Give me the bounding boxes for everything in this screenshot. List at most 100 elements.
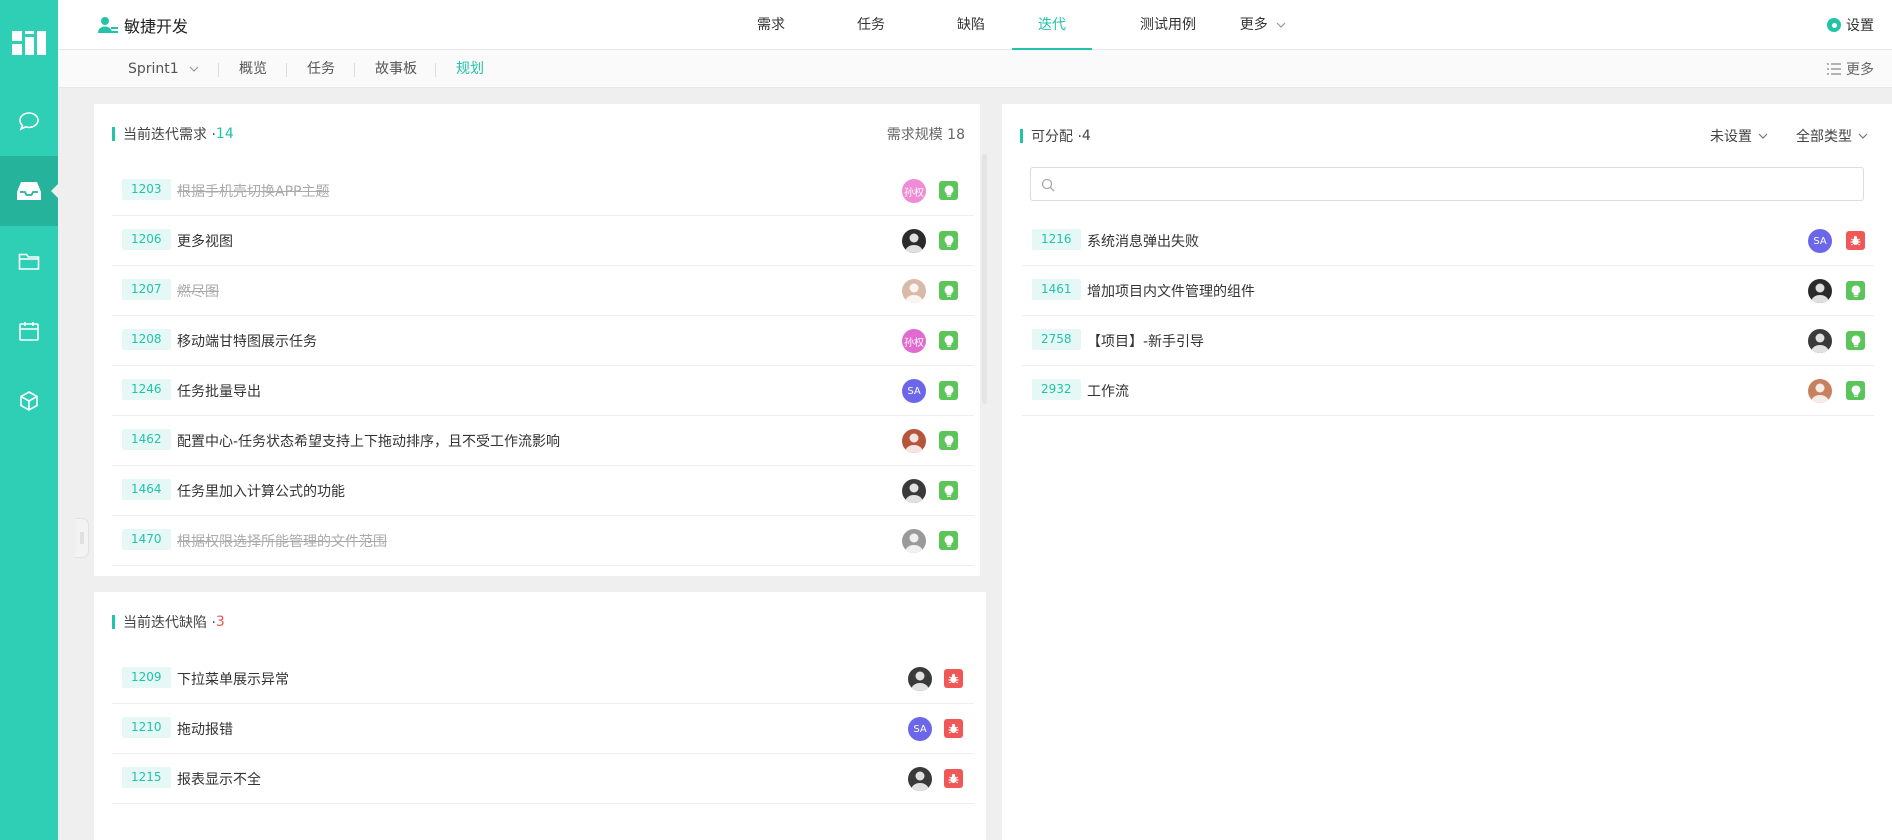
tab-more[interactable]: 更多 xyxy=(1228,0,1298,50)
avatar[interactable] xyxy=(1808,279,1832,303)
list-item[interactable]: 1208 移动端甘特图展示任务 孙权 xyxy=(112,316,974,366)
avatar[interactable] xyxy=(902,479,926,503)
avatar[interactable] xyxy=(902,279,926,303)
item-title[interactable]: 下拉菜单展示异常 xyxy=(177,669,289,689)
avatar[interactable] xyxy=(902,229,926,253)
list-item[interactable]: 1464 任务里加入计算公式的功能 xyxy=(112,466,974,516)
subtab-planning[interactable]: 规划 xyxy=(456,50,484,88)
item-title[interactable]: 配置中心-任务状态希望支持上下拖动排序，且不受工作流影响 xyxy=(177,431,560,451)
chat-icon[interactable] xyxy=(0,86,58,156)
tab-iterations[interactable]: 迭代 xyxy=(1012,0,1092,50)
avatar[interactable]: SA xyxy=(908,717,932,741)
item-title[interactable]: 报表显示不全 xyxy=(177,769,261,789)
item-title[interactable]: 任务批量导出 xyxy=(177,381,261,401)
tab-tasks[interactable]: 任务 xyxy=(831,0,911,50)
title-accent xyxy=(112,127,115,141)
list-item[interactable]: 1206 更多视图 xyxy=(112,216,974,266)
requirements-panel: 当前迭代需求 · 14 需求规模 18 1203 根据手机壳切换APP主题 孙权 12… xyxy=(94,104,987,576)
item-id[interactable]: 1207 xyxy=(122,279,171,300)
tab-test-cases[interactable]: 测试用例 xyxy=(1118,0,1218,50)
list-item[interactable]: 1462 配置中心-任务状态希望支持上下拖动排序，且不受工作流影响 xyxy=(112,416,974,466)
requirement-icon xyxy=(939,231,958,250)
item-title[interactable]: 更多视图 xyxy=(177,231,233,251)
item-id[interactable]: 1210 xyxy=(122,717,171,738)
avatar[interactable]: 孙权 xyxy=(902,179,926,203)
item-title[interactable]: 系统消息弹出失败 xyxy=(1087,231,1199,251)
avatar[interactable] xyxy=(1808,379,1832,403)
item-id[interactable]: 2758 xyxy=(1032,329,1081,350)
item-id[interactable]: 1209 xyxy=(122,667,171,688)
item-title[interactable]: 增加项目内文件管理的组件 xyxy=(1087,281,1255,301)
bugs-count: 3 xyxy=(215,614,225,630)
avatar[interactable] xyxy=(902,429,926,453)
list-item[interactable]: 1461 增加项目内文件管理的组件 xyxy=(1022,266,1874,316)
item-title[interactable]: 【项目】-新手引导 xyxy=(1087,331,1204,351)
tab-bugs[interactable]: 缺陷 xyxy=(931,0,1011,50)
avatar[interactable]: SA xyxy=(902,379,926,403)
settings-button[interactable]: 设置 xyxy=(1827,0,1874,50)
inbox-icon[interactable] xyxy=(0,156,58,226)
list-item[interactable]: 1203 根据手机壳切换APP主题 孙权 xyxy=(112,166,974,216)
folder-icon[interactable] xyxy=(0,226,58,296)
chevron-down-icon xyxy=(1758,133,1768,139)
chevron-down-icon xyxy=(1276,22,1286,28)
item-id[interactable]: 1461 xyxy=(1032,279,1081,300)
type-filter[interactable]: 全部类型 xyxy=(1796,126,1868,146)
item-id[interactable]: 1470 xyxy=(122,529,171,550)
item-title[interactable]: 移动端甘特图展示任务 xyxy=(177,331,317,351)
requirement-icon xyxy=(1846,281,1865,300)
item-id[interactable]: 1206 xyxy=(122,229,171,250)
status-filter[interactable]: 未设置 xyxy=(1710,126,1768,146)
panel-resize-handle[interactable] xyxy=(75,518,89,558)
search-input[interactable] xyxy=(1030,167,1864,201)
assignable-panel: 可分配 · 4 未设置 全部类型 1216 系统消息弹出失败 SA 1461 增加项目内… xyxy=(1002,104,1892,840)
item-id[interactable]: 2932 xyxy=(1032,379,1081,400)
subtab-label: 任务 xyxy=(307,61,335,77)
avatar[interactable] xyxy=(1808,329,1832,353)
item-id[interactable]: 1208 xyxy=(122,329,171,350)
avatar[interactable] xyxy=(908,767,932,791)
list-item[interactable]: 2758 【项目】-新手引导 xyxy=(1022,316,1874,366)
brand[interactable]: 敏捷开发 xyxy=(98,0,188,50)
item-id[interactable]: 1464 xyxy=(122,479,171,500)
status-filter-label: 未设置 xyxy=(1710,129,1752,145)
more-button[interactable]: 更多 xyxy=(1827,50,1874,88)
list-item[interactable]: 2932 工作流 xyxy=(1022,366,1874,416)
tab-label: 迭代 xyxy=(1038,17,1066,33)
list-item[interactable]: 1210 拖动报错 SA xyxy=(112,704,974,754)
cube-icon[interactable] xyxy=(0,366,58,436)
avatar[interactable]: SA xyxy=(1808,229,1832,253)
divider xyxy=(435,63,436,77)
calendar-icon[interactable] xyxy=(0,296,58,366)
subtab-tasks[interactable]: 任务 xyxy=(307,50,335,88)
divider xyxy=(218,63,219,77)
scrollbar[interactable] xyxy=(982,154,987,404)
requirements-scale: 需求规模 18 xyxy=(886,127,965,143)
item-id[interactable]: 1216 xyxy=(1032,229,1081,250)
dashboard-icon[interactable] xyxy=(0,0,58,86)
item-id[interactable]: 1246 xyxy=(122,379,171,400)
item-title[interactable]: 任务里加入计算公式的功能 xyxy=(177,481,345,501)
item-title[interactable]: 工作流 xyxy=(1087,381,1129,401)
list-item[interactable]: 1216 系统消息弹出失败 SA xyxy=(1022,216,1874,266)
item-title[interactable]: 根据权限选择所能管理的文件范围 xyxy=(177,531,387,551)
item-title[interactable]: 根据手机壳切换APP主题 xyxy=(177,181,329,201)
subtab-storyboard[interactable]: 故事板 xyxy=(375,50,417,88)
list-item[interactable]: 1207 燃尽图 xyxy=(112,266,974,316)
list-item[interactable]: 1470 根据权限选择所能管理的文件范围 xyxy=(112,516,974,566)
avatar[interactable]: 孙权 xyxy=(902,329,926,353)
avatar[interactable] xyxy=(908,667,932,691)
item-id[interactable]: 1215 xyxy=(122,767,171,788)
sprint-selector[interactable]: Sprint1 xyxy=(128,50,199,88)
bug-icon xyxy=(944,719,963,738)
list-item[interactable]: 1209 下拉菜单展示异常 xyxy=(112,654,974,704)
item-id[interactable]: 1203 xyxy=(122,179,171,200)
list-item[interactable]: 1246 任务批量导出 SA xyxy=(112,366,974,416)
subtab-overview[interactable]: 概览 xyxy=(239,50,267,88)
list-item[interactable]: 1215 报表显示不全 xyxy=(112,754,974,804)
item-title[interactable]: 拖动报错 xyxy=(177,719,233,739)
item-title[interactable]: 燃尽图 xyxy=(177,281,219,301)
tab-requirements[interactable]: 需求 xyxy=(731,0,811,50)
avatar[interactable] xyxy=(902,529,926,553)
item-id[interactable]: 1462 xyxy=(122,429,171,450)
